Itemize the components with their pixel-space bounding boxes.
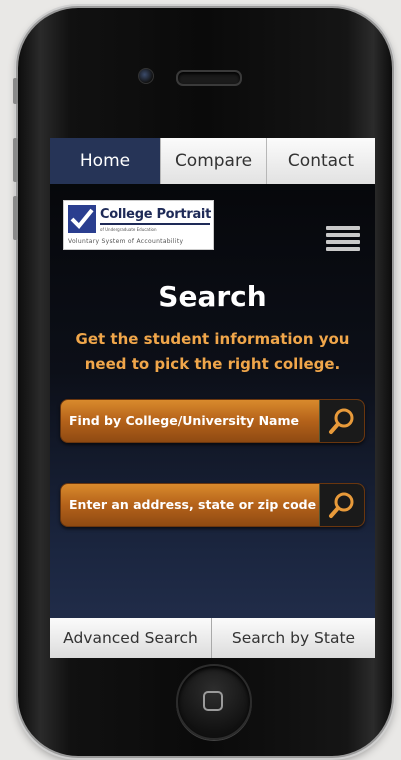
advanced-search-button[interactable]: Advanced Search	[50, 618, 212, 658]
top-nav: Home Compare Contact	[50, 138, 375, 184]
tab-compare[interactable]: Compare	[160, 138, 266, 184]
search-by-college-button[interactable]: Find by College/University Name	[60, 399, 365, 443]
search-by-college-label: Find by College/University Name	[69, 413, 299, 428]
earpiece-speaker	[176, 70, 242, 86]
home-square-icon	[203, 691, 223, 711]
tab-home[interactable]: Home	[50, 138, 160, 184]
menu-icon[interactable]	[326, 226, 360, 251]
page-title: Search	[158, 280, 267, 313]
page-subtitle: Get the student information you need to …	[75, 330, 350, 373]
bottom-nav: Advanced Search Search by State	[50, 618, 375, 658]
mute-switch	[13, 78, 18, 104]
front-camera-icon	[138, 68, 154, 84]
volume-down-button	[13, 196, 18, 240]
search-by-address-label: Enter an address, state or zip code	[69, 497, 317, 512]
logo-divider	[100, 223, 210, 225]
phone-frame: Home Compare Contact College Portrait of…	[13, 8, 392, 756]
college-portrait-logo[interactable]: College Portrait of Undergraduate Educat…	[63, 200, 214, 250]
checkmark-icon	[68, 205, 96, 233]
app-screen: Home Compare Contact College Portrait of…	[50, 138, 375, 658]
tab-contact[interactable]: Contact	[266, 138, 375, 184]
search-icon[interactable]	[319, 400, 364, 442]
logo-name: College Portrait	[100, 207, 211, 222]
logo-subtitle: of Undergraduate Education	[100, 227, 157, 232]
volume-up-button	[13, 138, 18, 182]
search-by-address-button[interactable]: Enter an address, state or zip code	[60, 483, 365, 527]
search-icon[interactable]	[319, 484, 364, 526]
search-by-state-button[interactable]: Search by State	[212, 618, 375, 658]
home-button[interactable]	[176, 664, 252, 740]
logo-tagline: Voluntary System of Accountability	[68, 238, 184, 245]
